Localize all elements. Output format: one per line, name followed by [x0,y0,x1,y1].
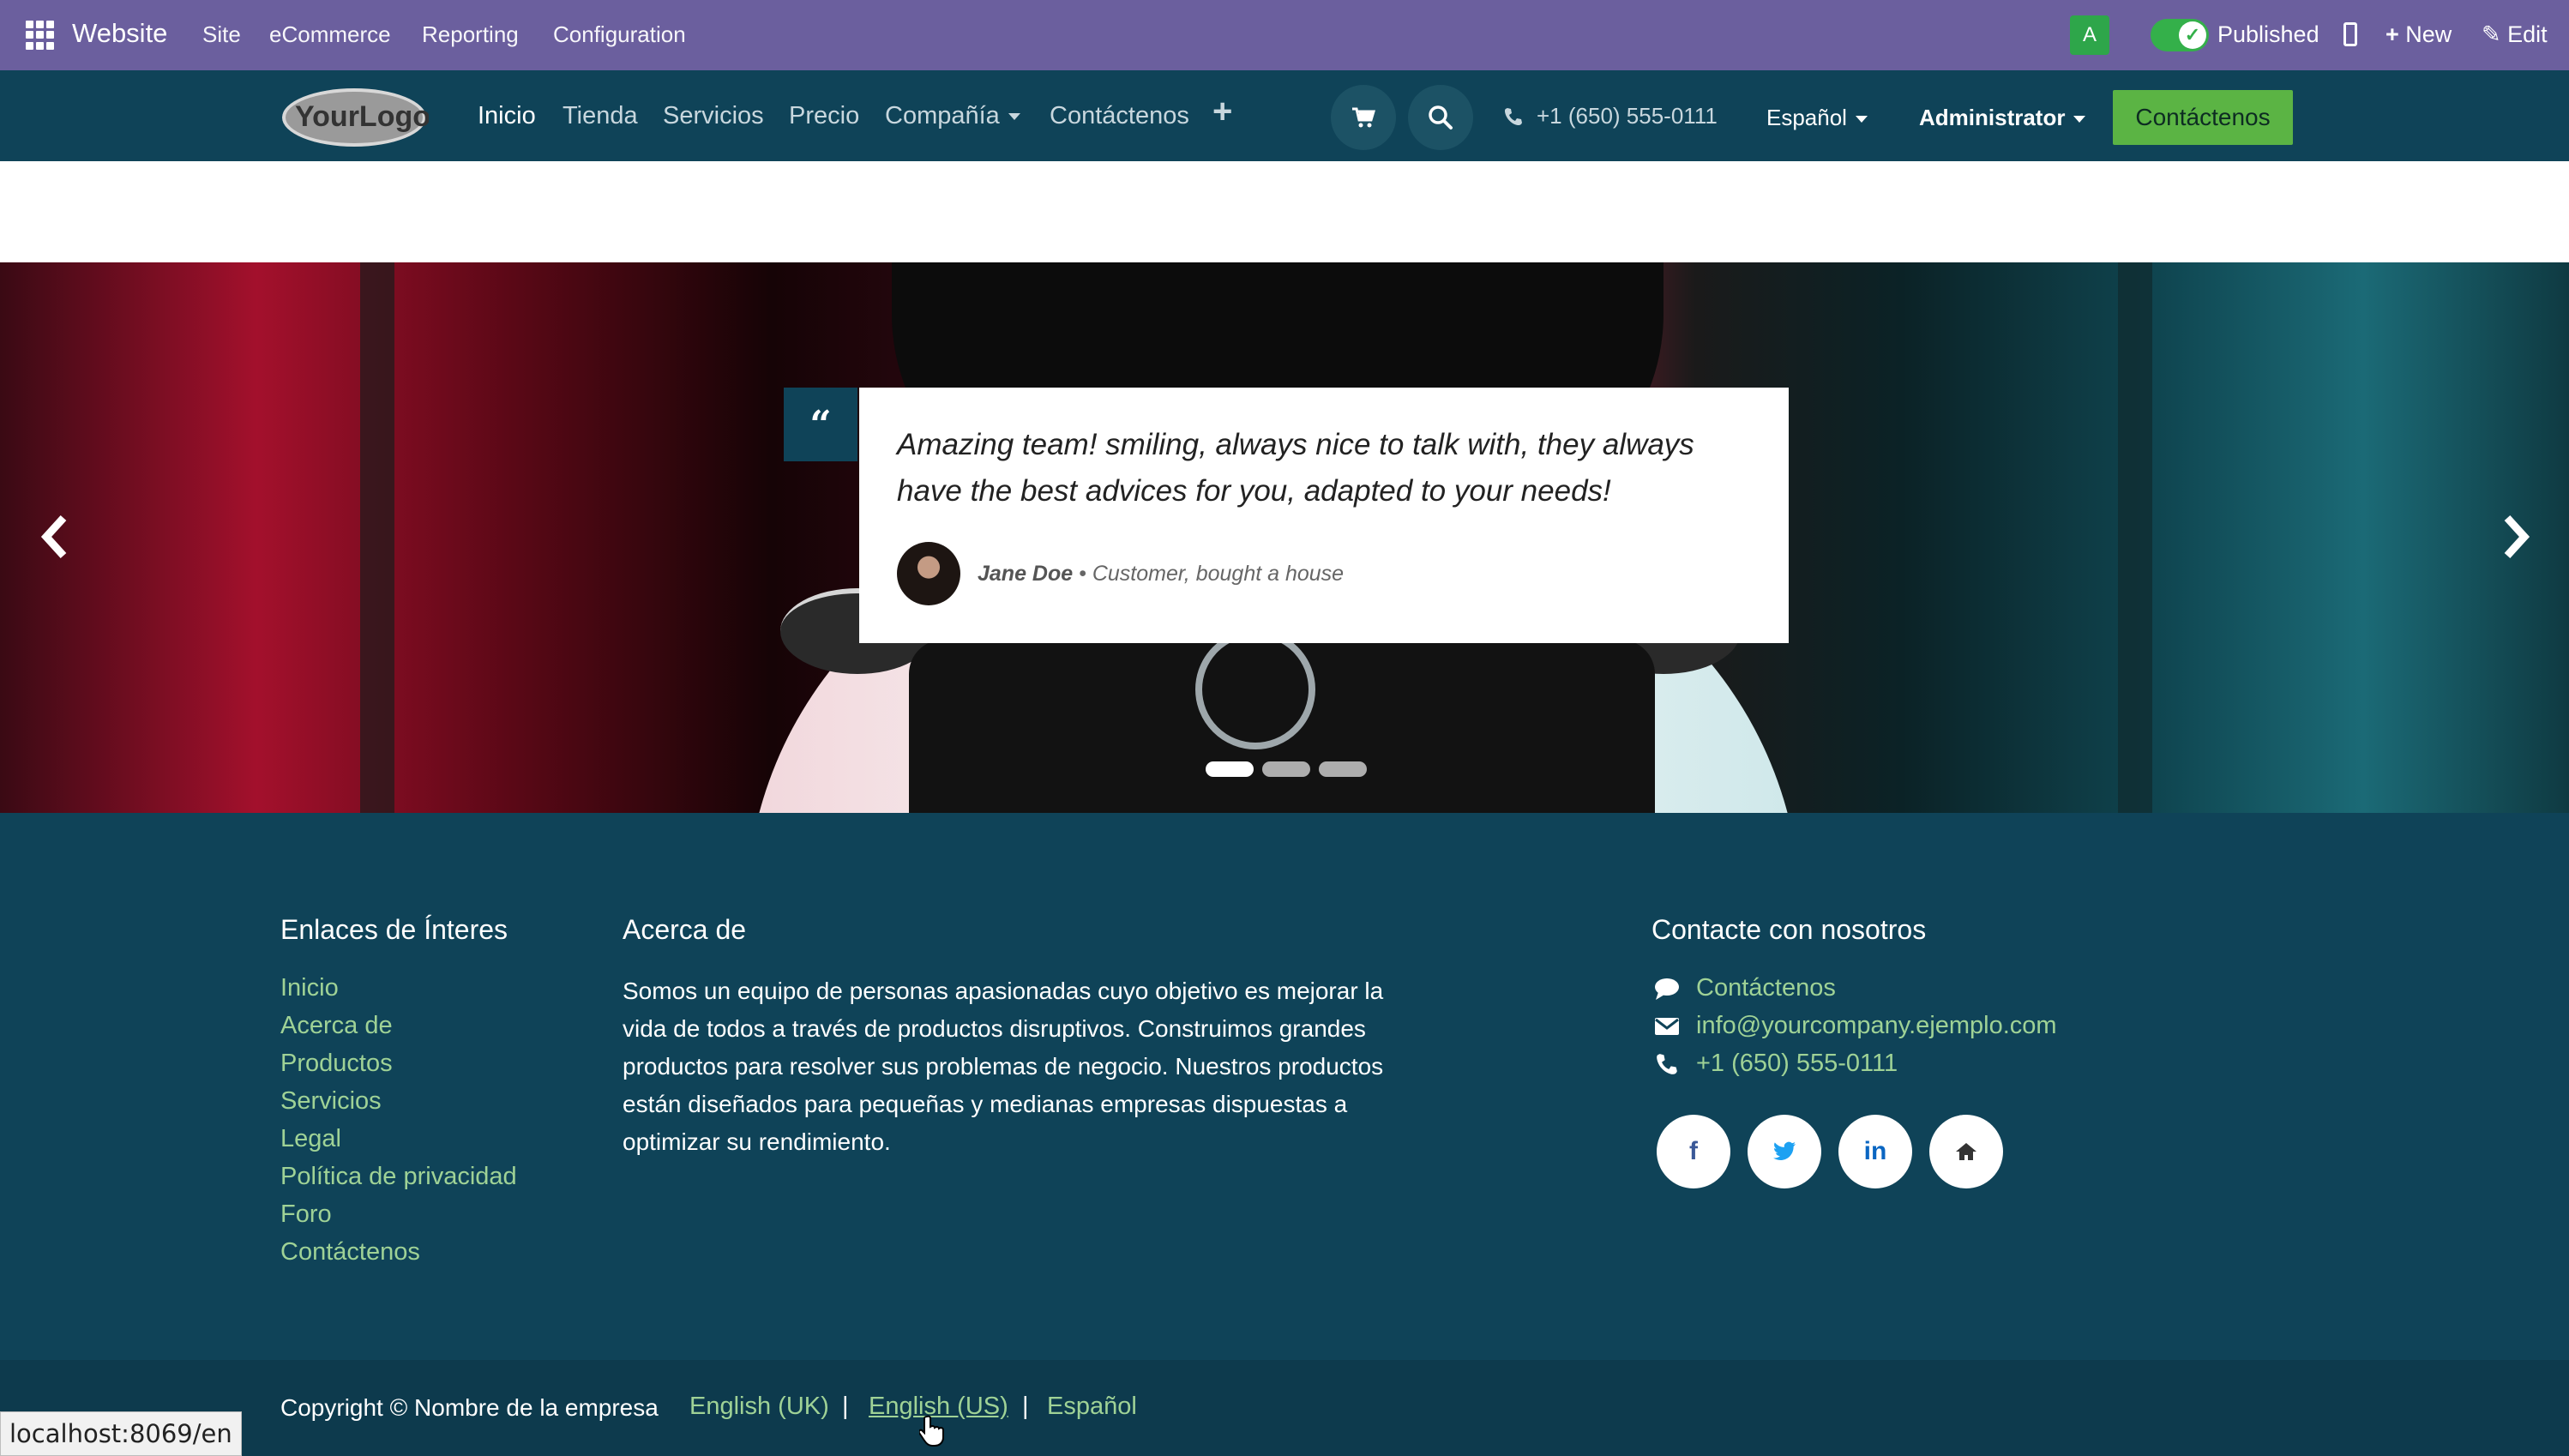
about-title: Acerca de [623,914,747,945]
separator: | [842,1393,849,1420]
published-label[interactable]: Published [2217,21,2319,48]
header-phone[interactable]: +1 (650) 555-0111 [1504,103,1718,129]
publish-toggle[interactable]: ✓ [2151,19,2209,51]
contact-link[interactable]: Contáctenos [1696,974,1836,1002]
carousel-indicator[interactable] [1206,761,1254,777]
footer-link-productos[interactable]: Productos [280,1050,393,1078]
caret-down-icon [2073,116,2086,123]
envelope-icon [1655,1017,1679,1035]
contact-link-row[interactable]: Contáctenos [1652,974,1836,1002]
user-dropdown[interactable]: Administrator [1919,105,2086,131]
phone-link[interactable]: +1 (650) 555-0111 [1696,1050,1898,1078]
user-label: Administrator [1919,105,2066,130]
footer-link-foro[interactable]: Foro [280,1200,332,1229]
nav-contactenos[interactable]: Contáctenos [1050,102,1189,130]
footer-link-contactenos[interactable]: Contáctenos [280,1238,420,1266]
copyright-bar: Copyright © Nombre de la empresa English… [0,1360,2569,1456]
author-role: Customer, bought a house [1092,561,1345,586]
footer: Enlaces de Ínteres Inicio Acerca de Prod… [0,813,2569,1360]
nav-tienda[interactable]: Tienda [563,102,638,130]
footer-link-legal[interactable]: Legal [280,1125,341,1153]
carousel-next-arrow[interactable] [2499,511,2533,563]
logo-text: YourLogo [295,100,429,133]
linkedin-icon[interactable]: in [1838,1115,1912,1188]
author-avatar [897,542,960,605]
comment-icon [1655,978,1679,1000]
nav-compania-dropdown[interactable]: Compañía [885,102,1020,130]
testimonial-card: Amazing team! smiling, always nice to ta… [859,388,1789,643]
language-label: Español [1766,105,1847,130]
footer-link-acerca-de[interactable]: Acerca de [280,1012,393,1040]
app-name[interactable]: Website [72,18,167,49]
testimonial-carousel: “ Amazing team! smiling, always nice to … [0,262,2569,813]
check-icon: ✓ [2179,21,2206,49]
email-link[interactable]: info@yourcompany.ejemplo.com [1696,1012,2057,1040]
contact-us-button[interactable]: Contáctenos [2113,90,2293,145]
facebook-icon[interactable]: f [1657,1115,1730,1188]
caret-down-icon [1855,116,1868,123]
nav-servicios[interactable]: Servicios [663,102,764,130]
carousel-prev-arrow[interactable] [38,511,72,563]
header-phone-number: +1 (650) 555-0111 [1537,103,1718,129]
phone-icon [1657,1053,1677,1074]
language-dropdown[interactable]: Español [1766,105,1868,131]
edit-button[interactable]: ✎ Edit [2482,21,2548,48]
cart-button[interactable] [1331,85,1396,150]
garage-pillar-right [2118,262,2152,813]
home-icon[interactable] [1929,1115,2003,1188]
phone-row[interactable]: +1 (650) 555-0111 [1652,1050,1898,1078]
company-logo[interactable]: YourLogo [280,85,429,148]
cart-icon [1352,107,1375,128]
nav-precio[interactable]: Precio [789,102,859,130]
site-header: YourLogo Inicio Tienda Servicios Precio … [0,70,2569,161]
testimonial-author: Jane Doe • Customer, bought a house [897,542,1344,605]
menu-configuration[interactable]: Configuration [553,21,686,48]
author-info: Jane Doe • Customer, bought a house [978,561,1345,586]
about-text: Somos un equipo de personas apasionadas … [623,978,1384,1155]
new-label: New [2405,21,2452,47]
new-button[interactable]: + New [2386,21,2452,48]
menu-ecommerce[interactable]: eCommerce [269,21,391,48]
author-name: Jane Doe [978,561,1074,586]
copyright-text: Copyright © Nombre de la empresa [280,1394,659,1421]
twitter-icon[interactable] [1748,1115,1821,1188]
carousel-indicator[interactable] [1262,761,1310,777]
browser-status-url: localhost:8069/en [0,1411,242,1456]
testimonial-quote: Amazing team! smiling, always nice to ta… [897,428,1694,508]
phone-icon [1505,108,1522,125]
lang-english-uk[interactable]: English (UK) [689,1393,829,1421]
menu-site[interactable]: Site [202,21,241,48]
admin-bar: Website Site eCommerce Reporting Configu… [0,0,2569,70]
carousel-indicator[interactable] [1319,761,1367,777]
email-row[interactable]: info@yourcompany.ejemplo.com [1652,1012,2057,1040]
nav-inicio[interactable]: Inicio [478,102,536,130]
menu-reporting[interactable]: Reporting [422,21,519,48]
pencil-icon: ✎ [2482,21,2501,47]
separator: | [1022,1393,1029,1420]
plus-icon: + [2386,21,2399,47]
footer-link-inicio[interactable]: Inicio [280,974,339,1002]
links-title: Enlaces de Ínteres [280,914,508,945]
mobile-preview-icon[interactable] [2343,22,2357,46]
search-button[interactable] [1408,85,1473,150]
quote-icon: “ [784,388,857,461]
footer-link-privacidad[interactable]: Política de privacidad [280,1163,517,1191]
lang-espanol[interactable]: Español [1047,1393,1137,1421]
white-spacer [0,161,2569,262]
car-emblem [1195,629,1315,749]
search-icon [1429,105,1453,129]
garage-pillar-left [360,262,394,813]
edit-label: Edit [2507,21,2548,47]
contact-title: Contacte con nosotros [1652,914,1927,945]
hand-cursor-icon [919,1415,944,1447]
footer-link-servicios[interactable]: Servicios [280,1087,382,1116]
nav-compania-label: Compañía [885,102,1000,129]
user-avatar[interactable]: A [2070,15,2109,55]
add-menu-item-icon[interactable]: + [1212,93,1232,131]
carousel-indicators [1206,761,1375,777]
apps-menu-icon[interactable] [26,21,55,50]
caret-down-icon [1008,113,1020,121]
